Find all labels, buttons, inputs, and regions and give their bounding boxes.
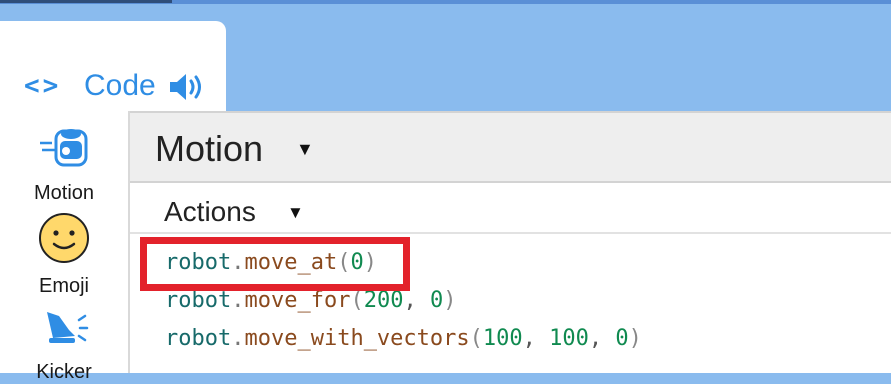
top-strip-accent bbox=[0, 0, 172, 3]
sidebar-item-kicker[interactable]: Kicker bbox=[0, 306, 128, 384]
sidebar-item-label: Motion bbox=[33, 182, 95, 204]
sidebar-item-label: Emoji bbox=[38, 275, 89, 297]
code-tab-label: Code bbox=[84, 69, 156, 102]
caret-down-icon[interactable]: ▼ bbox=[287, 203, 304, 223]
category-sidebar: Motion Emoji Kicker bbox=[0, 113, 128, 383]
sidebar-item-motion[interactable]: Motion bbox=[0, 123, 128, 205]
kicker-shoe-icon bbox=[0, 306, 128, 355]
section-title[interactable]: Actions bbox=[164, 196, 256, 228]
page-title: Motion bbox=[155, 128, 264, 169]
code-brackets-icon: <> bbox=[24, 71, 62, 101]
smiley-icon bbox=[0, 212, 128, 269]
caret-down-icon[interactable]: ▼ bbox=[296, 139, 314, 160]
sidebar-item-emoji[interactable]: Emoji bbox=[0, 212, 128, 298]
section-divider bbox=[130, 232, 891, 234]
robot-motion-icon bbox=[0, 123, 128, 176]
category-header[interactable]: Motion ▼ bbox=[130, 111, 891, 183]
code-palette-panel: Motion ▼ Actions ▼ robot.move_at(0) robo… bbox=[128, 111, 891, 373]
speaker-icon[interactable] bbox=[168, 71, 208, 108]
code-snippet-move-for[interactable]: robot.move_for(200, 0) bbox=[165, 288, 456, 314]
code-tab[interactable]: <> Code bbox=[0, 21, 226, 113]
code-snippet-move-at[interactable]: robot.move_at(0) bbox=[165, 250, 377, 276]
code-snippet-move-with-vectors[interactable]: robot.move_with_vectors(100, 100, 0) bbox=[165, 326, 642, 352]
